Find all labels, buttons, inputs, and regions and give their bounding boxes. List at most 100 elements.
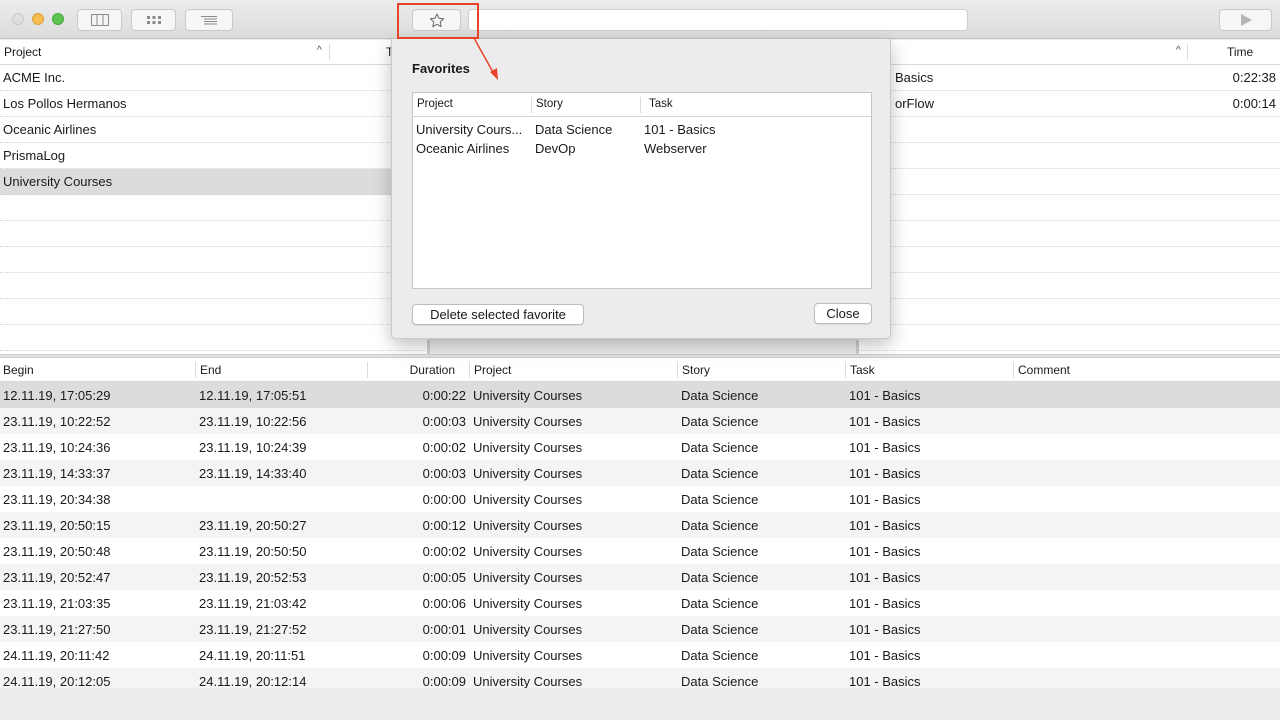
sort-ascending-icon[interactable]: ^ <box>317 45 322 56</box>
table-row[interactable]: 24.11.19, 20:11:42 24.11.19, 20:11:51 0:00… <box>0 642 1280 668</box>
entry-project: University Courses <box>473 492 583 507</box>
empty-row <box>0 273 428 299</box>
column-header-begin[interactable]: Begin <box>3 363 34 377</box>
column-header-task[interactable]: Task <box>850 363 875 377</box>
table-row[interactable]: Los Pollos Hermanos0:0 <box>0 91 428 117</box>
column-separator[interactable] <box>367 362 368 378</box>
column-separator[interactable] <box>329 44 330 60</box>
projects-table-header: Project ^ T <box>0 40 428 65</box>
search-input[interactable] <box>468 9 968 31</box>
column-header-task[interactable]: Task <box>649 98 673 110</box>
entry-story: Data Science <box>681 674 759 688</box>
table-row[interactable]: Basics 0:22:38 <box>858 65 1280 91</box>
sidebar-view-button[interactable] <box>77 9 122 31</box>
table-row[interactable]: ACME Inc.0:0 <box>0 65 428 91</box>
favorite-project: Oceanic Airlines <box>416 141 510 156</box>
zoom-window-button[interactable] <box>52 13 64 25</box>
entry-story: Data Science <box>681 440 759 455</box>
entry-task: 101 - Basics <box>849 622 921 637</box>
table-row[interactable]: orFlow 0:00:14 <box>858 91 1280 117</box>
table-row[interactable]: 23.11.19, 20:52:47 23.11.19, 20:52:53 0:00… <box>0 564 1280 590</box>
entry-task: 101 - Basics <box>849 440 921 455</box>
table-row[interactable]: 23.11.19, 14:33:37 23.11.19, 14:33:40 0:00… <box>0 460 1280 486</box>
entry-story: Data Science <box>681 414 759 429</box>
column-header-project[interactable]: Project <box>417 98 453 110</box>
favorites-button[interactable] <box>412 9 461 31</box>
entry-task: 101 - Basics <box>849 570 921 585</box>
delete-favorite-button[interactable]: Delete selected favorite <box>412 304 584 325</box>
entry-story: Data Science <box>681 544 759 559</box>
entry-task: 101 - Basics <box>849 388 921 403</box>
table-row[interactable]: 23.11.19, 10:22:52 23.11.19, 10:22:56 0:00… <box>0 408 1280 434</box>
column-separator[interactable] <box>677 362 678 378</box>
column-header-project[interactable]: Project <box>474 363 511 377</box>
entry-duration: 0:00:05 <box>422 570 466 585</box>
entry-end: 23.11.19, 21:27:52 <box>199 622 307 637</box>
column-separator[interactable] <box>531 97 532 113</box>
column-header-story[interactable]: Story <box>682 363 710 377</box>
close-button[interactable]: Close <box>814 303 872 324</box>
column-header-time[interactable]: Time <box>1227 45 1253 59</box>
entry-end: 24.11.19, 20:11:51 <box>199 648 306 663</box>
empty-row <box>0 195 428 221</box>
favorites-table-header: Project Story Task <box>413 93 871 117</box>
tasks-table-body: Basics 0:22:38 orFlow 0:00:14 <box>858 65 1280 351</box>
column-separator[interactable] <box>640 97 641 113</box>
table-row[interactable]: 24.11.19, 20:12:05 24.11.19, 20:12:14 0:00… <box>0 668 1280 688</box>
empty-row <box>858 221 1280 247</box>
time-entries-header: Begin End Duration Project Story Task Co… <box>0 358 1280 382</box>
column-header-story[interactable]: Story <box>536 98 563 110</box>
entry-begin: 23.11.19, 20:52:47 <box>3 570 111 585</box>
entry-begin: 12.11.19, 17:05:29 <box>3 388 111 403</box>
entry-begin: 24.11.19, 20:12:05 <box>3 674 111 688</box>
column-separator[interactable] <box>1013 362 1014 378</box>
table-row[interactable]: 12.11.19, 17:05:29 12.11.19, 17:05:51 0:00… <box>0 382 1280 408</box>
column-separator[interactable] <box>1187 44 1188 60</box>
table-row[interactable]: University Courses0:2 <box>0 169 428 195</box>
entry-begin: 23.11.19, 10:24:36 <box>3 440 111 455</box>
play-button[interactable] <box>1219 9 1272 31</box>
minimize-window-button[interactable] <box>32 13 44 25</box>
column-separator[interactable] <box>845 362 846 378</box>
column-header-comment[interactable]: Comment <box>1018 363 1070 377</box>
project-name: ACME Inc. <box>3 70 66 85</box>
entry-duration: 0:00:00 <box>422 492 466 507</box>
empty-row <box>858 273 1280 299</box>
grid-view-button[interactable] <box>131 9 176 31</box>
time-entries-table: Begin End Duration Project Story Task Co… <box>0 358 1280 688</box>
list-item[interactable]: University Cours... Data Science 101 - Bas… <box>413 119 871 138</box>
close-window-button[interactable] <box>12 13 24 25</box>
status-bar <box>0 688 1280 720</box>
entry-end: 23.11.19, 10:22:56 <box>199 414 307 429</box>
table-row[interactable]: PrismaLog174:1 <box>0 143 428 169</box>
sort-ascending-icon[interactable]: ^ <box>1176 45 1181 56</box>
entry-end: 23.11.19, 10:24:39 <box>199 440 307 455</box>
entry-duration: 0:00:03 <box>422 466 466 481</box>
star-icon <box>429 12 444 27</box>
table-row[interactable]: Oceanic Airlines0:0 <box>0 117 428 143</box>
table-row[interactable]: 23.11.19, 10:24:36 23.11.19, 10:24:39 0:00… <box>0 434 1280 460</box>
column-separator[interactable] <box>195 362 196 378</box>
table-row[interactable]: 23.11.19, 20:50:48 23.11.19, 20:50:50 0:00… <box>0 538 1280 564</box>
entry-duration: 0:00:06 <box>422 596 466 611</box>
empty-row <box>858 117 1280 143</box>
list-item[interactable]: Oceanic Airlines DevOp Webserver <box>413 138 871 157</box>
list-view-button[interactable] <box>185 9 233 31</box>
table-row[interactable]: 23.11.19, 20:34:38 0:00:00 University Cour… <box>0 486 1280 512</box>
entry-task: 101 - Basics <box>849 414 921 429</box>
table-row[interactable]: 23.11.19, 20:50:15 23.11.19, 20:50:27 0:00… <box>0 512 1280 538</box>
column-header-duration[interactable]: Duration <box>372 363 455 377</box>
toolbar <box>0 0 1280 39</box>
column-header-end[interactable]: End <box>200 363 221 377</box>
table-row[interactable]: 23.11.19, 21:27:50 23.11.19, 21:27:52 0:00… <box>0 616 1280 642</box>
entry-end: 23.11.19, 21:03:42 <box>199 596 307 611</box>
empty-row <box>858 169 1280 195</box>
task-name: orFlow <box>895 96 935 111</box>
entry-story: Data Science <box>681 388 759 403</box>
empty-row <box>0 299 428 325</box>
table-row[interactable]: 23.11.19, 21:03:35 23.11.19, 21:03:42 0:00… <box>0 590 1280 616</box>
column-separator[interactable] <box>469 362 470 378</box>
project-name: PrismaLog <box>3 148 66 163</box>
column-header-project[interactable]: Project <box>4 45 41 59</box>
entry-project: University Courses <box>473 544 583 559</box>
